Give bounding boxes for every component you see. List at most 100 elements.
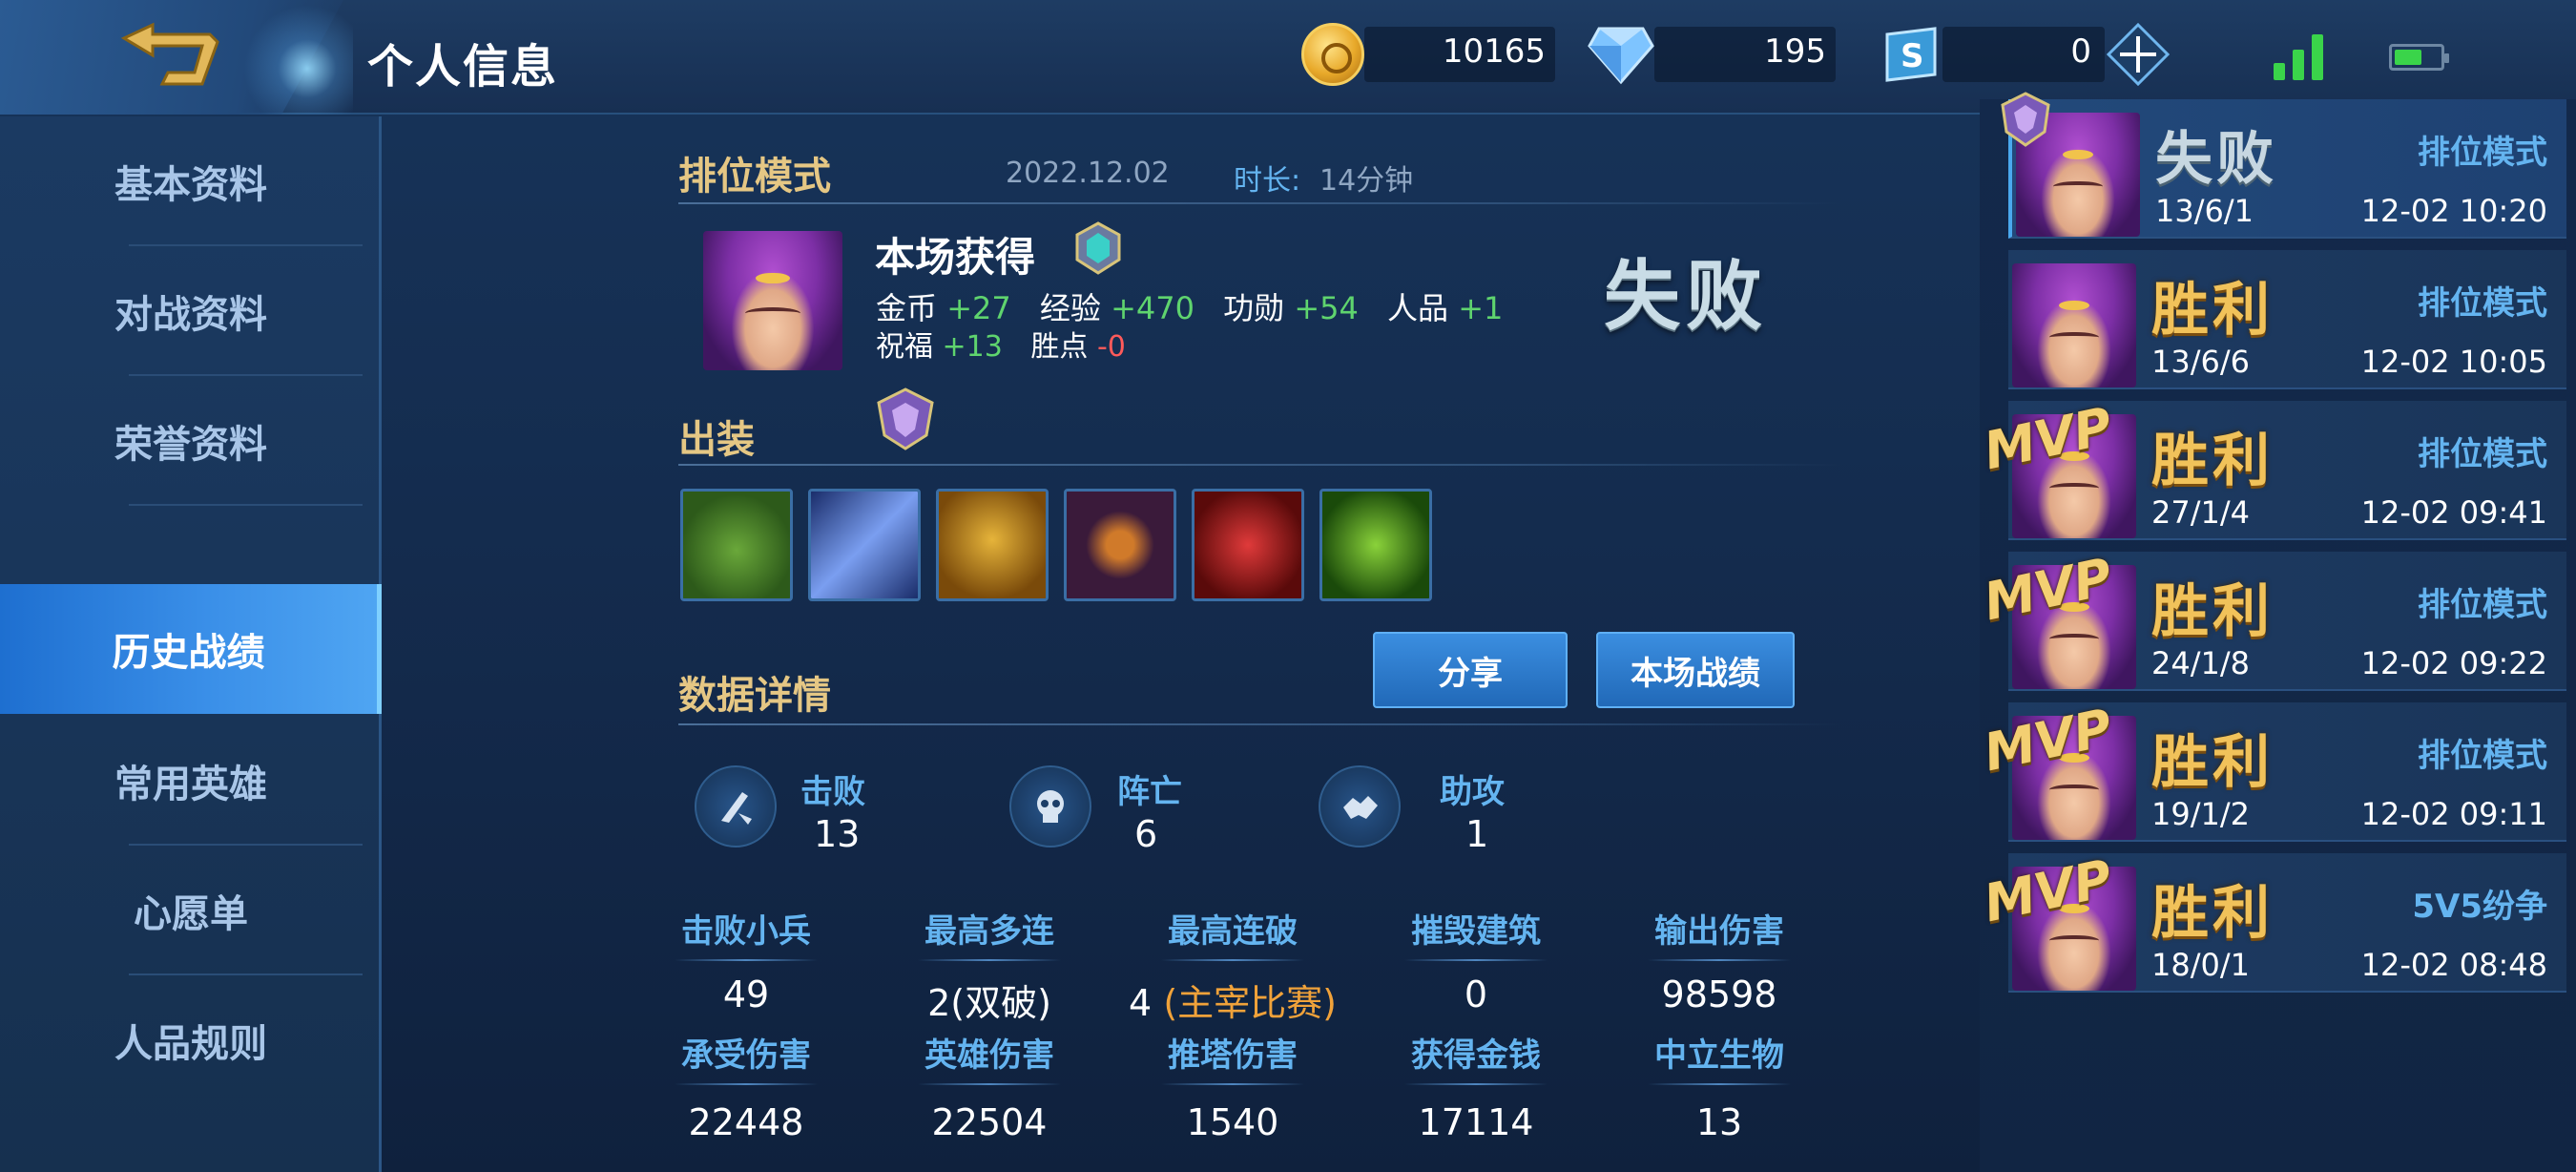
diamond-value: 195 [1764,32,1826,71]
build-title: 出装 [678,418,755,462]
match-result: 胜利 [2151,277,2274,344]
sidebar-item-label: 对战资料 [114,293,267,337]
kills-value: 13 [814,813,861,855]
sidebar-item-common-heroes[interactable]: 常用英雄 [0,716,382,846]
sidebar-item-label: 荣誉资料 [114,423,267,467]
match-history-item[interactable]: MVP 胜利 排位模式 19/1/2 12-02 09:11 [1979,698,2566,842]
damage-taken-value: 22448 [688,1101,804,1143]
rank-crest-icon [877,387,934,450]
minions-killed-label: 击败小兵 [636,905,856,961]
sidebar-item-label: 历史战绩 [112,631,265,675]
equipment-list [680,489,1432,601]
gold-reward-label: 金币 [876,290,938,326]
battery-icon [2389,44,2449,71]
assists-value: 1 [1465,813,1489,855]
merit-reward-value: +54 [1294,290,1359,326]
match-time: 12-02 09:22 [2360,645,2547,681]
match-history-item[interactable]: 胜利 排位模式 13/6/6 12-02 10:05 [2008,250,2566,389]
rp-reward-value: +1 [1458,290,1504,326]
divider [678,723,1842,725]
match-mode: 排位模式 [2418,134,2547,172]
diamond-icon [1588,27,1654,85]
match-detail-panel: 排位模式 2022.12.02 时长: 14分钟 本场获得 金币 +27 经验 … [384,116,1980,1172]
sidebar: 基本资料 对战资料 荣誉资料 历史战绩 常用英雄 心愿单 人品规则 [0,116,382,1172]
assists-label: 助攻 [1440,773,1505,811]
hero-portrait [703,231,842,370]
sidebar-item-honor-info[interactable]: 荣誉资料 [0,376,382,506]
details-title: 数据详情 [678,674,831,718]
damage-dealt-label: 输出伤害 [1610,905,1829,961]
damage-dealt-value: 98598 [1661,973,1777,1015]
equipment-slot[interactable] [936,489,1049,601]
share-button[interactable]: 分享 [1373,632,1568,708]
match-time: 12-02 10:05 [2360,344,2547,380]
neutral-creeps-label: 中立生物 [1610,1029,1829,1085]
back-arrow-icon [120,22,219,86]
top-bar: 个人信息 10165 195 S 0 [0,0,2576,115]
equipment-slot[interactable] [808,489,921,601]
match-kda: 13/6/6 [2151,344,2250,380]
bless-reward-label: 祝福 [876,330,933,364]
match-history-item[interactable]: MVP 胜利 5V5纷争 18/0/1 12-02 08:48 [1979,848,2566,993]
match-mode: 5V5纷争 [2412,888,2547,926]
max-streak-number: 4 [1129,982,1153,1024]
equipment-slot[interactable] [680,489,793,601]
match-record-button[interactable]: 本场战绩 [1596,632,1795,708]
tower-damage-label: 推塔伤害 [1123,1029,1342,1085]
plus-icon[interactable] [2107,23,2170,86]
neutral-creeps-value: 13 [1695,1101,1743,1143]
duration-value: 14分钟 [1319,164,1414,198]
match-time: 12-02 09:41 [2360,494,2547,531]
rank-badge-icon [1075,221,1121,275]
sidebar-item-wishlist[interactable]: 心愿单 [0,846,382,975]
sidebar-item-label: 人品规则 [114,1022,267,1066]
rewards-title: 本场获得 [875,234,1036,281]
max-multikill-value: 2(双破) [927,982,1051,1024]
gold-earned-value: 17114 [1418,1101,1534,1143]
hero-portrait [2012,263,2136,387]
damage-taken-label: 承受伤害 [636,1029,856,1085]
sidebar-item-match-history[interactable]: 历史战绩 [0,584,382,714]
match-mode: 排位模式 [2418,737,2547,775]
match-kda: 24/1/8 [2151,645,2250,681]
sidebar-item-battle-info[interactable]: 对战资料 [0,246,382,376]
equipment-slot[interactable] [1192,489,1304,601]
match-kda: 27/1/4 [2151,494,2250,531]
page-title: 个人信息 [367,40,559,94]
rank-crest-icon [2001,92,2050,147]
skull-icon [1009,765,1091,848]
winpoint-reward-label: 胜点 [1030,330,1089,364]
match-history-item[interactable]: MVP 胜利 排位模式 24/1/8 12-02 09:22 [1979,547,2566,691]
match-result: 胜利 [2151,428,2274,494]
match-time: 12-02 10:20 [2360,193,2547,229]
gold-earned-label: 获得金钱 [1366,1029,1586,1085]
ticket-value: 0 [2070,32,2091,71]
match-history-item[interactable]: 失败 排位模式 13/6/1 12-02 10:20 [2001,92,2566,239]
gold-coin-icon [1301,23,1364,86]
kills-label: 击败 [800,773,865,811]
equipment-slot[interactable] [1064,489,1176,601]
kills-icon [695,765,777,848]
sidebar-item-label: 基本资料 [114,163,267,207]
divider [678,464,1842,466]
orb-item-icon [1322,492,1429,598]
gold-reward-value: +27 [946,290,1011,326]
sidebar-item-credit-rules[interactable]: 人品规则 [0,975,382,1105]
deaths-value: 6 [1134,813,1158,855]
boots-item-icon [683,492,790,598]
match-history-item[interactable]: MVP 胜利 排位模式 27/1/4 12-02 09:41 [1979,396,2566,540]
match-mode: 排位模式 [2418,284,2547,323]
exp-reward-label: 经验 [1039,290,1101,326]
mask-item-icon [939,492,1046,598]
deaths-label: 阵亡 [1117,773,1182,811]
rewards-row-2: 祝福 +13 胜点 -0 [876,323,1126,365]
sidebar-item-basic-info[interactable]: 基本资料 [0,116,382,246]
match-history-list: 失败 排位模式 13/6/1 12-02 10:20 胜利 排位模式 13/6/… [1979,92,2576,1172]
handshake-icon [1319,765,1401,848]
match-kda: 13/6/1 [2155,193,2254,229]
equipment-slot[interactable] [1319,489,1432,601]
match-kda: 19/1/2 [2151,796,2250,832]
match-mode-title: 排位模式 [678,155,831,199]
ticket-icon: S [1885,27,1937,82]
match-result: 失败 [1604,252,1768,341]
